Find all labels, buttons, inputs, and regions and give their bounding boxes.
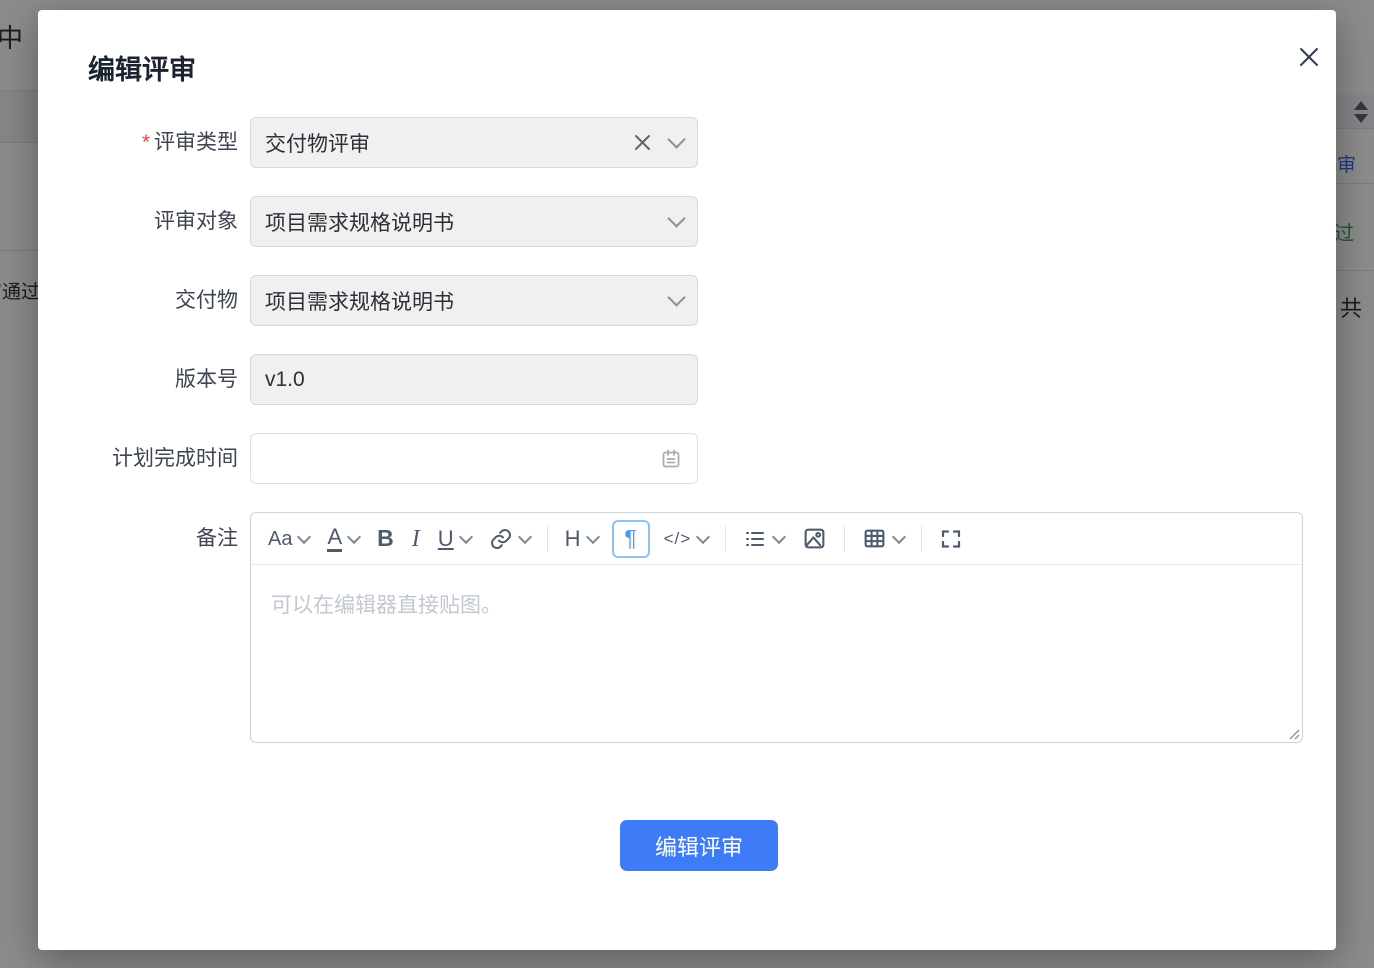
plan-finish-time-input[interactable] bbox=[250, 433, 698, 484]
chevron-down-icon bbox=[518, 529, 532, 543]
editor-toolbar: Aa A B I U bbox=[251, 513, 1302, 565]
code-block-button[interactable]: </> bbox=[655, 520, 718, 558]
form-row-plan-finish-time: 计划完成时间 bbox=[38, 433, 1336, 484]
deliverable-value: 项目需求规格说明书 bbox=[265, 286, 670, 316]
bold-button[interactable]: B bbox=[368, 520, 403, 558]
heading-button[interactable]: H bbox=[556, 520, 607, 558]
chevron-down-icon bbox=[459, 529, 473, 543]
italic-button[interactable]: I bbox=[403, 520, 429, 558]
review-type-select[interactable]: 交付物评审 bbox=[250, 117, 698, 168]
form-row-review-object: 评审对象 项目需求规格说明书 bbox=[38, 196, 1336, 247]
toolbar-divider bbox=[725, 526, 726, 552]
version-label: 版本号 bbox=[38, 354, 238, 405]
chevron-down-icon bbox=[696, 529, 710, 543]
editor-placeholder: 可以在编辑器直接贴图。 bbox=[271, 589, 502, 619]
underline-button[interactable]: U bbox=[429, 520, 480, 558]
close-icon bbox=[1298, 46, 1320, 68]
close-button[interactable] bbox=[1298, 46, 1320, 68]
fullscreen-button[interactable] bbox=[930, 520, 972, 558]
form-row-review-type: *评审类型 交付物评审 bbox=[38, 117, 1336, 168]
chevron-down-icon bbox=[667, 130, 685, 148]
fullscreen-icon bbox=[939, 527, 963, 551]
toolbar-divider bbox=[921, 526, 922, 552]
link-icon bbox=[489, 527, 513, 551]
submit-edit-review-button[interactable]: 编辑评审 bbox=[620, 820, 778, 871]
clear-icon[interactable] bbox=[633, 133, 652, 152]
table-button[interactable] bbox=[853, 520, 913, 558]
version-input: v1.0 bbox=[250, 354, 698, 405]
remark-label: 备注 bbox=[38, 512, 238, 549]
font-size-button[interactable]: Aa bbox=[259, 520, 318, 558]
review-object-label: 评审对象 bbox=[38, 196, 238, 247]
deliverable-select[interactable]: 项目需求规格说明书 bbox=[250, 275, 698, 326]
review-type-value: 交付物评审 bbox=[265, 128, 633, 158]
calendar-icon bbox=[659, 447, 683, 471]
dialog-title: 编辑评审 bbox=[88, 54, 196, 86]
chevron-down-icon bbox=[347, 529, 361, 543]
bullet-list-icon bbox=[743, 527, 767, 551]
code-icon: </> bbox=[664, 530, 692, 547]
review-object-value: 项目需求规格说明书 bbox=[265, 207, 670, 237]
toolbar-divider bbox=[547, 526, 548, 552]
rich-text-editor: Aa A B I U bbox=[250, 512, 1303, 743]
paragraph-button[interactable]: ¶ bbox=[612, 520, 650, 558]
form-row-version: 版本号 v1.0 bbox=[38, 354, 1336, 405]
table-icon bbox=[862, 526, 887, 551]
resize-handle[interactable] bbox=[1287, 727, 1300, 740]
form-row-remark: 备注 Aa A B I bbox=[38, 512, 1336, 743]
deliverable-label: 交付物 bbox=[38, 275, 238, 326]
chevron-down-icon bbox=[892, 529, 906, 543]
list-button[interactable] bbox=[734, 520, 793, 558]
paragraph-icon: ¶ bbox=[624, 525, 636, 552]
version-value: v1.0 bbox=[265, 368, 683, 392]
edit-review-form: *评审类型 交付物评审 评审对象 项目需求规格说明书 bbox=[38, 117, 1336, 771]
chevron-down-icon bbox=[667, 288, 685, 306]
plan-finish-time-label: 计划完成时间 bbox=[38, 433, 238, 484]
editor-content-area[interactable]: 可以在编辑器直接贴图。 bbox=[251, 565, 1302, 742]
font-color-button[interactable]: A bbox=[318, 520, 368, 558]
review-object-select[interactable]: 项目需求规格说明书 bbox=[250, 196, 698, 247]
review-type-label: *评审类型 bbox=[38, 117, 238, 168]
form-row-deliverable: 交付物 项目需求规格说明书 bbox=[38, 275, 1336, 326]
required-mark: * bbox=[142, 131, 150, 154]
chevron-down-icon bbox=[585, 529, 599, 543]
link-button[interactable] bbox=[480, 520, 539, 558]
edit-review-dialog: 编辑评审 *评审类型 交付物评审 bbox=[38, 10, 1336, 950]
image-icon bbox=[802, 526, 827, 551]
chevron-down-icon bbox=[297, 529, 311, 543]
toolbar-divider bbox=[844, 526, 845, 552]
chevron-down-icon bbox=[667, 209, 685, 227]
image-button[interactable] bbox=[793, 520, 836, 558]
chevron-down-icon bbox=[772, 529, 786, 543]
